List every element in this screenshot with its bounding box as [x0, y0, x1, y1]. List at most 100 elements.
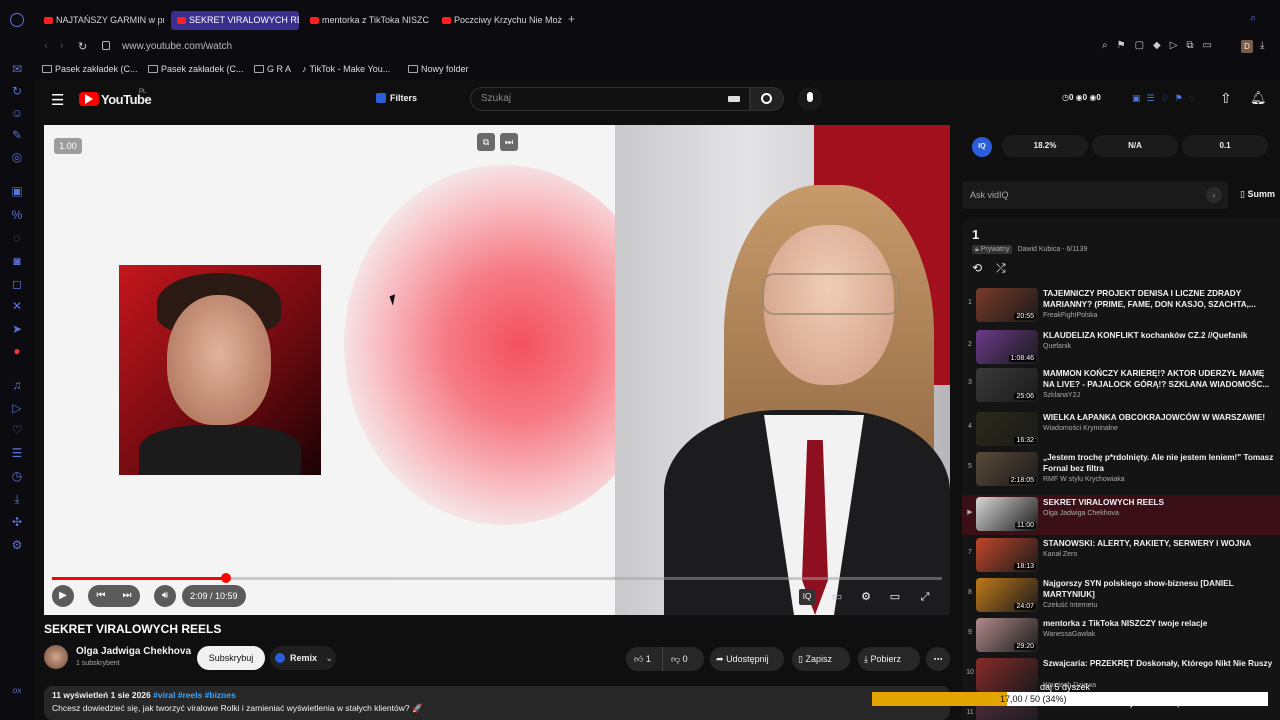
ask-send-icon[interactable]: ›	[1206, 187, 1222, 203]
playlist-item-channel[interactable]: RMF W stylu Krychowiaka	[1043, 476, 1125, 483]
playlist-item-title[interactable]: KLAUDELIZA KONFLIKT kochanków CZ.2 //Que…	[1043, 330, 1275, 341]
playlist-item[interactable]: 2 1:08:46 KLAUDELIZA KONFLIKT kochanków CZ…	[962, 328, 1280, 368]
video-player[interactable]: 1.00 ⧉ ⏭︎ ▶ ⏮︎ ⏭︎ 🔊︎ 2:09 / 10:59 IQ ▭ ⚙…	[44, 125, 950, 615]
video-thumbnail[interactable]: 20:55	[976, 288, 1038, 322]
save-button[interactable]: ▯ Zapisz	[792, 647, 850, 671]
settings-gear-icon[interactable]: ⚙	[858, 589, 874, 605]
playlist-item[interactable]: 9 29:20 mentorka z TikToka NISZCZY twoje r…	[962, 616, 1280, 656]
search-button[interactable]	[750, 87, 784, 111]
channel-name[interactable]: Olga Jadwiga Chekhova	[76, 646, 191, 657]
keyboard-icon[interactable]	[728, 96, 740, 102]
playlist-item-title[interactable]: WIELKA ŁAPANKA OBCOKRAJOWCÓW W WARSZAWIE…	[1043, 412, 1275, 423]
vidiq-toolbar-icons[interactable]: ▣☰♢⚑◌	[1132, 93, 1200, 104]
bookmark-folder-2[interactable]: Pasek zakładek (C...	[148, 64, 244, 74]
upload-icon[interactable]: ⇧	[1220, 90, 1232, 107]
hashtags[interactable]: #viral #reels #biznes	[153, 690, 236, 700]
playlist-item-title[interactable]: „Jestem trochę p*rdolnięty. Ale nie jest…	[1043, 452, 1275, 474]
browser-logo-icon[interactable]	[10, 13, 24, 27]
voice-search-button[interactable]	[798, 87, 822, 111]
person-icon[interactable]: ☺	[10, 106, 24, 120]
download-icon[interactable]: ⤓	[10, 492, 24, 506]
downloads-icon[interactable]: ⤓	[1260, 40, 1264, 51]
video-thumbnail[interactable]: 16:32	[976, 412, 1038, 446]
playlist-item-title[interactable]: STANOWSKI: ALERTY, RAKIETY, SERWERY I WO…	[1043, 538, 1275, 549]
previous-button[interactable]: ⏮︎	[88, 585, 114, 607]
url-field[interactable]: www.youtube.com/watch	[122, 38, 1122, 56]
tab-garmin[interactable]: NAJTAŃSZY GARMIN w pr	[38, 11, 164, 30]
bookmark-tiktok[interactable]: ♪ TikTok - Make You...	[302, 64, 390, 74]
percent-icon[interactable]: %	[10, 208, 24, 222]
bookmark-folder-1[interactable]: Pasek zakładek (C...	[42, 64, 138, 74]
playlist-item-channel[interactable]: Olga Jadwiga Chekhova	[1043, 510, 1119, 517]
tab-krzychu[interactable]: Poczciwy Krzychu Nie Moż	[436, 11, 562, 30]
playlist-item-title[interactable]: Najgorszy SYN polskiego show-biznesu [DA…	[1043, 578, 1275, 600]
x-icon[interactable]: ✕	[10, 299, 24, 313]
profile-avatar[interactable]: D	[1241, 40, 1253, 53]
playlist-item[interactable]: 8 24:07 Najgorszy SYN polskiego show-bizne…	[962, 576, 1280, 616]
playlist-title[interactable]: 1	[972, 227, 979, 242]
playlist-item[interactable]: ▶ 11:00 SEKRET VIRALOWYCH REELS Olga Jadwig…	[962, 495, 1280, 535]
telegram-icon[interactable]: ➤	[10, 322, 24, 336]
settings-icon[interactable]: ⚙	[10, 538, 24, 552]
video-thumbnail[interactable]: 2:18:05	[976, 452, 1038, 486]
share-button[interactable]: ➦ Udostępnij	[710, 647, 784, 671]
download-button[interactable]: ⤓ Pobierz	[858, 647, 920, 671]
loop-icon[interactable]: ⟲	[972, 261, 982, 275]
filters-button[interactable]: Filters	[390, 93, 417, 103]
vidiq-logo-icon[interactable]: IQ	[972, 137, 992, 157]
playlist-item-title[interactable]: Szwajcaria: PRZEKRĘT Doskonały, Którego …	[1043, 658, 1275, 669]
discord-icon[interactable]: ◙	[10, 254, 24, 268]
more-icon[interactable]: ox	[10, 684, 24, 698]
shuffle-icon[interactable]: ⤮	[996, 261, 1006, 276]
forward-icon[interactable]: ›	[60, 40, 64, 52]
back-icon[interactable]: ‹	[44, 40, 48, 52]
reload-icon[interactable]: ↻	[78, 40, 87, 53]
channel-avatar[interactable]	[44, 645, 68, 669]
ask-vidiq-input[interactable]: Ask vidIQ	[962, 181, 1228, 209]
heart-icon[interactable]: ♡	[10, 423, 24, 437]
playlist-item-title[interactable]: SEKRET VIRALOWYCH REELS	[1043, 497, 1275, 508]
chat-icon[interactable]: ◌	[10, 231, 24, 245]
notifications-icon[interactable]: 🔔︎	[1250, 90, 1267, 106]
refresh-icon[interactable]: ↻	[10, 84, 24, 98]
clock-icon[interactable]: ◷	[10, 469, 24, 483]
playlist-item[interactable]: 10 Szwajcaria: PRZEKRĘT Doskonały, Któreg…	[962, 656, 1280, 696]
tab-mentorka[interactable]: mentorka z TikToka NISZC	[304, 11, 430, 30]
playlist-item-title[interactable]: MAMMON KOŃCZY KARIERĘ!? AKTOR UDERZYŁ MA…	[1043, 368, 1275, 390]
volume-button[interactable]: 🔊︎	[154, 585, 176, 607]
music-icon[interactable]: ♫	[10, 378, 24, 392]
new-tab-button[interactable]: +	[568, 12, 575, 26]
video-thumbnail[interactable]	[976, 658, 1038, 692]
video-thumbnail[interactable]: 25:06	[976, 368, 1038, 402]
subtitles-icon[interactable]: ▭	[829, 589, 845, 605]
playlist-item-channel[interactable]: Quefanik	[1043, 343, 1071, 350]
playlist-item-channel[interactable]: WanessaGawlak	[1043, 631, 1095, 638]
skip-icon[interactable]: ⏭︎	[500, 133, 518, 151]
video-thumbnail[interactable]: 24:07	[976, 578, 1038, 612]
mail-icon[interactable]: ✉	[10, 62, 24, 76]
puzzle-icon[interactable]: ✣	[10, 515, 24, 529]
playback-speed-badge[interactable]: 1.00	[54, 138, 82, 154]
video-thumbnail[interactable]: 11:00	[976, 497, 1038, 531]
playlist-item[interactable]: 7 18:13 STANOWSKI: ALERTY, RAKIETY, SERWER…	[962, 536, 1280, 576]
extension-icons[interactable]: ⌕⚑▢◆▷⧉▭	[1102, 40, 1221, 51]
playlist-item[interactable]: 3 25:06 MAMMON KOŃCZY KARIERĘ!? AKTOR UDER…	[962, 366, 1280, 406]
summary-button[interactable]: ▯ Summ	[1240, 189, 1275, 200]
search-tabs-icon[interactable]: ⌕	[1250, 12, 1256, 25]
play-icon[interactable]: ▷	[10, 401, 24, 415]
twitch-icon[interactable]: ▣	[10, 184, 24, 198]
video-thumbnail[interactable]: 1:08:46	[976, 330, 1038, 364]
playlist-item-channel[interactable]: Wiadomości Kryminalne	[1043, 425, 1118, 432]
menu-icon[interactable]: ☰	[51, 91, 64, 109]
fullscreen-icon[interactable]: ⤢	[917, 589, 933, 605]
tab-sekret[interactable]: SEKRET VIRALOWYCH REE	[171, 11, 299, 30]
playlist-item-title[interactable]: TAJEMNICZY PROJEKT DENISA I LICZNE ZDRAD…	[1043, 288, 1275, 310]
description-box[interactable]: 11 wyświetleń 1 sie 2026 #viral #reels #…	[44, 686, 950, 720]
messenger-icon[interactable]: ◎	[10, 150, 24, 164]
remix-button[interactable]: Remix ⌄	[270, 646, 336, 670]
playlist-item-channel[interactable]: Czeluść Internetu	[1043, 602, 1097, 609]
playlist-item-channel[interactable]: SzklanaY2J	[1043, 392, 1080, 399]
playlist-item[interactable]: 5 2:18:05 „Jestem trochę p*rdolnięty. Ale …	[962, 450, 1280, 490]
playlist-item-channel[interactable]: FreakFightPolska	[1043, 312, 1097, 319]
playlist-item[interactable]: 4 16:32 WIELKA ŁAPANKA OBCOKRAJOWCÓW W WAR…	[962, 410, 1280, 450]
